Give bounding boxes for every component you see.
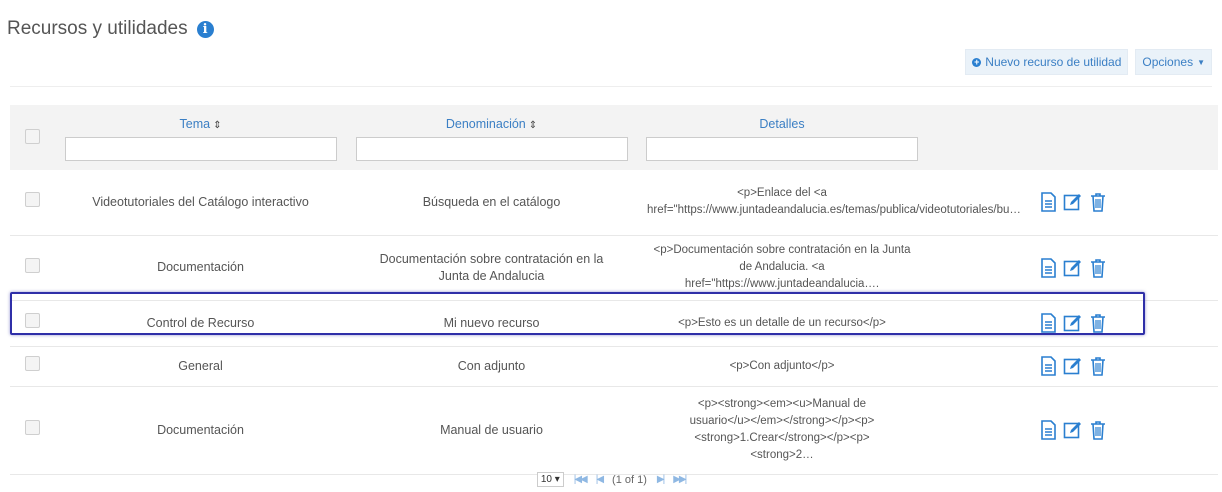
row-actions — [927, 235, 1218, 300]
options-label: Opciones — [1142, 55, 1194, 69]
row-checkbox[interactable] — [25, 192, 40, 208]
row-checkbox[interactable] — [25, 356, 40, 371]
cell-tema: Videotutoriales del Catálogo interactivo — [92, 194, 309, 209]
cell-detalles: <p>Documentación sobre contratación en l… — [653, 244, 911, 290]
column-actions — [927, 105, 1218, 170]
view-document-icon[interactable] — [1037, 312, 1059, 334]
cell-detalles: <p><strong><em><u>Manual de usuario</u><… — [689, 398, 875, 461]
delete-icon[interactable] — [1087, 191, 1109, 213]
toolbar: + Nuevo recurso de utilidad Opciones ▼ — [965, 49, 1212, 75]
next-page-icon[interactable]: ▶| — [657, 474, 665, 485]
select-all-cell — [10, 105, 55, 170]
edit-icon[interactable] — [1062, 419, 1084, 441]
delete-icon[interactable] — [1087, 419, 1109, 441]
page-title-text: Recursos y utilidades — [7, 18, 188, 39]
sort-tema-link[interactable]: Tema — [180, 117, 211, 131]
row-checkbox[interactable] — [25, 420, 40, 435]
edit-icon[interactable] — [1062, 191, 1084, 213]
row-actions — [927, 300, 1218, 346]
cell-denominacion: Búsqueda en el catálogo — [422, 194, 561, 209]
page-size-value: 10 — [540, 474, 552, 485]
plus-circle-icon: + — [972, 56, 982, 67]
edit-icon[interactable] — [1062, 312, 1084, 334]
first-page-icon[interactable]: |◀◀ — [574, 474, 588, 485]
cell-denominacion: Mi nuevo recurso — [443, 315, 540, 330]
row-checkbox[interactable] — [25, 257, 40, 273]
cell-detalles: <p>Enlace del <a href="https://www.junta… — [647, 187, 1021, 217]
delete-icon[interactable] — [1087, 257, 1109, 279]
detalles-header: Detalles — [759, 116, 805, 131]
row-checkbox[interactable] — [25, 313, 40, 328]
cell-denominacion: Con adjunto — [457, 358, 526, 373]
row-actions — [927, 346, 1218, 386]
cell-tema: Control de Recurso — [146, 315, 255, 330]
cell-denominacion: Documentación sobre contratación en la J… — [379, 251, 604, 283]
new-resource-label: Nuevo recurso de utilidad — [985, 55, 1122, 69]
table-row: Documentación Manual de usuario <p><stro… — [10, 386, 1218, 474]
column-detalles: Detalles — [637, 105, 927, 170]
sort-denominacion-link[interactable]: Denominación — [446, 117, 526, 131]
page-size-select[interactable]: 10 ▾ — [536, 472, 564, 487]
paginator: 10 ▾ |◀◀ |◀ (1 of 1) ▶| ▶▶| — [0, 472, 1222, 487]
select-all-checkbox[interactable] — [25, 128, 40, 144]
column-tema: Tema ⇕ — [55, 105, 346, 170]
table-row-selected: Control de Recurso Mi nuevo recurso <p>E… — [10, 300, 1218, 346]
delete-icon[interactable] — [1087, 312, 1109, 334]
page-info: (1 of 1) — [612, 473, 647, 486]
table-row: Videotutoriales del Catálogo interactivo… — [10, 170, 1218, 235]
cell-detalles: <p>Esto es un detalle de un recurso</p> — [678, 316, 886, 329]
options-dropdown[interactable]: Opciones ▼ — [1135, 49, 1212, 75]
row-actions — [927, 170, 1218, 235]
page-title: Recursos y utilidades i — [7, 18, 214, 40]
view-document-icon[interactable] — [1037, 191, 1059, 213]
cell-tema: Documentación — [157, 422, 244, 437]
filter-detalles-input[interactable] — [646, 136, 918, 161]
caret-down-icon: ▼ — [1197, 57, 1205, 67]
edit-icon[interactable] — [1062, 257, 1084, 279]
table-row: Documentación Documentación sobre contra… — [10, 235, 1218, 300]
view-document-icon[interactable] — [1037, 257, 1059, 279]
sort-icon[interactable]: ⇕ — [213, 120, 221, 131]
resources-table: Tema ⇕ Denominación ⇕ Detalles Videotutori… — [10, 105, 1218, 475]
table-row: General Con adjunto <p>Con adjunto</p> — [10, 346, 1218, 386]
new-resource-button[interactable]: + Nuevo recurso de utilidad — [965, 49, 1129, 75]
edit-icon[interactable] — [1062, 355, 1084, 377]
sort-icon[interactable]: ⇕ — [529, 120, 537, 131]
divider — [10, 86, 1212, 87]
view-document-icon[interactable] — [1037, 419, 1059, 441]
delete-icon[interactable] — [1087, 355, 1109, 377]
cell-tema: Documentación — [157, 260, 244, 274]
table-header-row: Tema ⇕ Denominación ⇕ Detalles — [10, 105, 1218, 170]
last-page-icon[interactable]: ▶▶| — [673, 474, 687, 485]
column-denominacion: Denominación ⇕ — [346, 105, 637, 170]
info-icon[interactable]: i — [196, 20, 214, 38]
filter-tema-input[interactable] — [64, 136, 337, 161]
row-actions — [927, 386, 1218, 474]
cell-detalles: <p>Con adjunto</p> — [729, 359, 835, 372]
cell-tema: General — [178, 358, 223, 373]
prev-page-icon[interactable]: |◀ — [596, 474, 604, 485]
filter-denominacion-input[interactable] — [355, 136, 628, 161]
cell-denominacion: Manual de usuario — [440, 422, 543, 437]
view-document-icon[interactable] — [1037, 355, 1059, 377]
